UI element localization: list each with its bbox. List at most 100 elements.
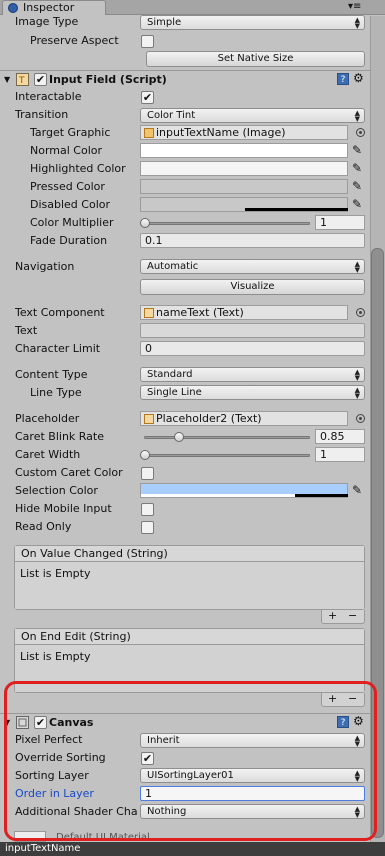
character-limit-label: Character Limit xyxy=(15,342,101,355)
caret-blink-rate-value: 0.85 xyxy=(320,430,345,443)
remove-button[interactable]: − xyxy=(348,609,357,622)
text-component-field[interactable]: nameText (Text) xyxy=(140,305,348,320)
placeholder-value: Placeholder2 (Text) xyxy=(156,412,262,425)
caret-blink-rate-slider-thumb[interactable] xyxy=(174,432,185,442)
caret-blink-rate-slider-track[interactable] xyxy=(144,436,310,439)
eyedropper-icon[interactable]: ✎ xyxy=(350,179,364,194)
custom-caret-color-label: Custom Caret Color xyxy=(15,466,123,479)
disabled-color-label: Disabled Color xyxy=(30,198,111,211)
dropdown-arrow-icon: ▲ ▼ xyxy=(354,368,360,382)
info-icon xyxy=(8,3,18,13)
navigation-value: Automatic xyxy=(147,261,199,272)
image-type-dropdown[interactable]: Simple ▲ ▼ xyxy=(140,15,365,30)
bottom-preview-label: inputTextName xyxy=(5,843,81,854)
eyedropper-icon[interactable]: ✎ xyxy=(350,197,364,212)
normal-color-swatch[interactable] xyxy=(140,143,348,158)
color-multiplier-value: 1 xyxy=(320,216,327,229)
highlight-outline xyxy=(4,681,377,841)
read-only-checkbox[interactable] xyxy=(141,521,154,534)
object-picker-icon[interactable] xyxy=(356,414,365,423)
selection-color-label: Selection Color xyxy=(15,484,98,497)
transition-label: Transition xyxy=(15,108,69,121)
set-native-size-button[interactable]: Set Native Size xyxy=(146,51,365,67)
tab-inspector[interactable]: Inspector xyxy=(2,0,106,15)
target-graphic-value: inputTextName (Image) xyxy=(156,126,286,139)
on-value-changed-event: On Value Changed (String) List is Empty xyxy=(14,545,365,610)
disabled-color-swatch[interactable] xyxy=(140,197,348,212)
navigation-dropdown[interactable]: Automatic ▲ ▼ xyxy=(140,259,365,274)
image-type-value: Simple xyxy=(147,17,182,28)
content-type-value: Standard xyxy=(147,369,193,380)
caret-width-slider-thumb[interactable] xyxy=(140,450,150,460)
eyedropper-icon[interactable]: ✎ xyxy=(350,161,364,176)
hide-mobile-input-checkbox[interactable] xyxy=(141,503,154,516)
character-limit-input[interactable]: 0 xyxy=(140,341,365,356)
target-graphic-label: Target Graphic xyxy=(30,126,111,139)
image-icon xyxy=(144,128,154,138)
on-end-edit-title: On End Edit (String) xyxy=(15,629,364,645)
dropdown-arrow-icon: ▲ ▼ xyxy=(354,16,360,30)
color-multiplier-label: Color Multiplier xyxy=(30,216,114,229)
add-button[interactable]: + xyxy=(328,609,337,622)
image-type-label: Image Type xyxy=(15,15,79,28)
target-graphic-field[interactable]: inputTextName (Image) xyxy=(140,125,348,140)
caret-width-value: 1 xyxy=(320,448,327,461)
eyedropper-icon[interactable]: ✎ xyxy=(350,143,364,158)
dropdown-arrow-icon: ▲ ▼ xyxy=(354,260,360,274)
content-type-label: Content Type xyxy=(15,368,88,381)
alpha-bar xyxy=(245,208,348,211)
tab-menu-icon[interactable]: ▾≡ xyxy=(348,1,361,12)
eyedropper-icon[interactable]: ✎ xyxy=(350,483,364,498)
highlighted-color-label: Highlighted Color xyxy=(30,162,126,175)
preserve-aspect-label: Preserve Aspect xyxy=(30,34,119,47)
color-multiplier-slider-track[interactable] xyxy=(144,222,310,225)
text-icon xyxy=(144,308,154,318)
preserve-aspect-checkbox[interactable] xyxy=(141,35,154,48)
text-input[interactable] xyxy=(140,323,365,338)
input-field-title: Input Field (Script) xyxy=(49,73,167,86)
placeholder-field[interactable]: Placeholder2 (Text) xyxy=(140,411,348,426)
custom-caret-color-checkbox[interactable] xyxy=(141,467,154,480)
content-type-dropdown[interactable]: Standard ▲ ▼ xyxy=(140,367,365,382)
color-multiplier-input[interactable]: 1 xyxy=(315,215,365,230)
color-multiplier-slider-thumb[interactable] xyxy=(140,218,150,228)
alpha-bar xyxy=(295,494,348,497)
svg-text:T: T xyxy=(18,76,25,86)
caret-blink-rate-input[interactable]: 0.85 xyxy=(315,429,365,444)
list-empty-text: List is Empty xyxy=(20,650,91,663)
caret-width-label: Caret Width xyxy=(15,448,81,461)
on-value-changed-footer: + − xyxy=(321,609,365,624)
fade-duration-input[interactable]: 0.1 xyxy=(140,233,365,248)
transition-dropdown[interactable]: Color Tint ▲ ▼ xyxy=(140,108,365,123)
caret-blink-rate-label: Caret Blink Rate xyxy=(15,430,104,443)
on-value-changed-list[interactable]: List is Empty xyxy=(15,562,364,609)
line-type-label: Line Type xyxy=(30,386,82,399)
normal-color-label: Normal Color xyxy=(30,144,103,157)
character-limit-value: 0 xyxy=(145,342,152,355)
caret-width-slider-track[interactable] xyxy=(144,454,310,457)
selection-color-swatch[interactable] xyxy=(140,483,348,498)
pressed-color-label: Pressed Color xyxy=(30,180,105,193)
text-label: Text xyxy=(15,324,38,337)
line-type-value: Single Line xyxy=(147,387,202,398)
visualize-button[interactable]: Visualize xyxy=(140,279,365,295)
caret-width-input[interactable]: 1 xyxy=(315,447,365,462)
bottom-preview-bar[interactable]: inputTextName xyxy=(0,842,385,856)
navigation-label: Navigation xyxy=(15,260,75,273)
text-icon xyxy=(144,414,154,424)
help-icon[interactable]: ? xyxy=(337,73,349,85)
tab-bar: Inspector ▾≡ xyxy=(0,0,385,15)
placeholder-label: Placeholder xyxy=(15,412,80,425)
object-picker-icon[interactable] xyxy=(356,128,365,137)
hide-mobile-input-label: Hide Mobile Input xyxy=(15,502,112,515)
highlighted-color-swatch[interactable] xyxy=(140,161,348,176)
object-picker-icon[interactable] xyxy=(356,308,365,317)
gear-icon[interactable]: ⚙ xyxy=(353,71,364,85)
foldout-arrow-icon[interactable]: ▼ xyxy=(4,75,10,84)
line-type-dropdown[interactable]: Single Line ▲ ▼ xyxy=(140,385,365,400)
input-field-enabled-checkbox[interactable]: ✔ xyxy=(34,73,47,86)
interactable-checkbox[interactable]: ✔ xyxy=(141,91,154,104)
pressed-color-swatch[interactable] xyxy=(140,179,348,194)
interactable-label: Interactable xyxy=(15,90,82,103)
input-field-header[interactable]: ▼ T ✔ Input Field (Script) ? ⚙ xyxy=(0,70,370,88)
